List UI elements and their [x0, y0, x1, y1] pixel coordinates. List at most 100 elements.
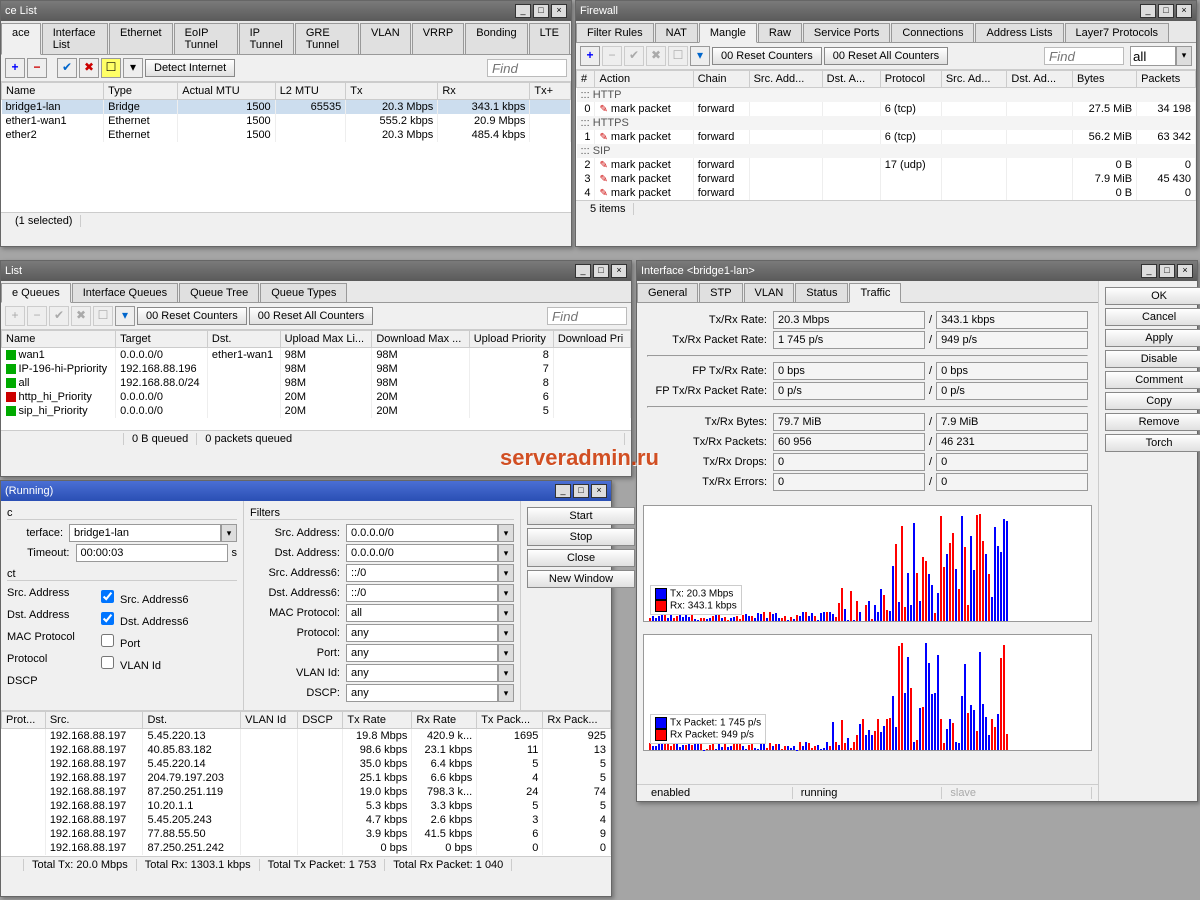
col-header[interactable]: Dst.	[143, 712, 241, 729]
filter-input[interactable]	[346, 524, 498, 542]
maximize-icon[interactable]: □	[1158, 4, 1174, 18]
chevron-down-icon[interactable]: ▾	[498, 624, 514, 642]
interface-select[interactable]	[69, 524, 221, 542]
chevron-down-icon[interactable]: ▾	[498, 524, 514, 542]
table-row[interactable]: 2✎ mark packetforward17 (udp)0 B0	[577, 158, 1196, 172]
tab-interface-list[interactable]: Interface List	[42, 23, 108, 54]
remove-button[interactable]: −	[602, 46, 622, 66]
tab-queue-tree[interactable]: Queue Tree	[179, 283, 259, 302]
close-button[interactable]: Close	[527, 549, 635, 567]
table-row[interactable]: bridge1-lanBridge15006553520.3 Mbps343.1…	[2, 100, 571, 115]
col-header[interactable]: Tx Pack...	[477, 712, 543, 729]
table-row[interactable]: 4✎ mark packetforward0 B0	[577, 186, 1196, 200]
filter-button[interactable]: ▾	[690, 46, 710, 66]
apply-button[interactable]: Apply	[1105, 329, 1200, 347]
enable-button[interactable]: ✔	[624, 46, 644, 66]
col-header[interactable]: #	[577, 71, 595, 88]
col-header[interactable]: Prot...	[2, 712, 46, 729]
tab-layer7-protocols[interactable]: Layer7 Protocols	[1065, 23, 1170, 42]
table-row[interactable]: 1✎ mark packetforward6 (tcp)56.2 MiB63 3…	[577, 130, 1196, 144]
col-header[interactable]: Src. Ad...	[941, 71, 1007, 88]
find-input[interactable]	[1044, 47, 1124, 65]
col-header[interactable]: DSCP	[298, 712, 343, 729]
filter-input[interactable]	[346, 604, 498, 622]
minimize-icon[interactable]: _	[1140, 4, 1156, 18]
cancel-button[interactable]: Cancel	[1105, 308, 1200, 326]
remove-button[interactable]: −	[27, 58, 47, 78]
close-icon[interactable]: ×	[551, 4, 567, 18]
tab-nat[interactable]: NAT	[655, 23, 698, 42]
col-header[interactable]: Type	[104, 83, 178, 100]
table-row[interactable]: 192.168.88.197204.79.197.20325.1 kbps6.6…	[2, 771, 611, 785]
table-row[interactable]: sip_hi_Priority0.0.0.0/020M20M5	[2, 404, 631, 418]
tab-traffic[interactable]: Traffic	[849, 283, 901, 303]
tab-connections[interactable]: Connections	[891, 23, 974, 42]
close-icon[interactable]: ×	[611, 264, 627, 278]
tab-mangle[interactable]: Mangle	[699, 23, 757, 43]
checkbox-1[interactable]: Dst. Address6	[97, 609, 189, 628]
col-header[interactable]: Chain	[693, 71, 749, 88]
table-row[interactable]: 192.168.88.19740.85.83.18298.6 kbps23.1 …	[2, 743, 611, 757]
table-row[interactable]: IP-196-hi-Ppriority192.168.88.19698M98M7	[2, 362, 631, 376]
start-button[interactable]: Start	[527, 507, 635, 525]
filter-button[interactable]: ▾	[115, 306, 135, 326]
tab-ip-tunnel[interactable]: IP Tunnel	[239, 23, 294, 54]
reset-counters-button[interactable]: 00 Reset Counters	[137, 307, 247, 325]
reset-counters-button[interactable]: 00 Reset Counters	[712, 47, 822, 65]
table-row[interactable]: 192.168.88.1975.45.220.1319.8 Mbps420.9 …	[2, 729, 611, 744]
add-button[interactable]: +	[5, 58, 25, 78]
chevron-down-icon[interactable]: ▾	[1176, 46, 1192, 66]
interface-table[interactable]: NameTypeActual MTUL2 MTUTxRxTx+bridge1-l…	[1, 82, 571, 142]
col-header[interactable]: Tx Rate	[343, 712, 412, 729]
tab-vlan[interactable]: VLAN	[744, 283, 795, 302]
col-header[interactable]: Name	[2, 331, 116, 348]
disable-button[interactable]: ✖	[646, 46, 666, 66]
copy-button[interactable]: Copy	[1105, 392, 1200, 410]
minimize-icon[interactable]: _	[575, 264, 591, 278]
titlebar[interactable]: List_□×	[1, 261, 631, 281]
checkbox-0[interactable]: Src. Address6	[97, 587, 189, 606]
filter-input[interactable]	[346, 644, 498, 662]
tab-lte[interactable]: LTE	[529, 23, 570, 54]
filter-input[interactable]	[346, 564, 498, 582]
table-row[interactable]: 192.168.88.19710.20.1.15.3 kbps3.3 kbps5…	[2, 799, 611, 813]
table-row[interactable]: 192.168.88.19777.88.55.503.9 kbps41.5 kb…	[2, 827, 611, 841]
table-row[interactable]: 192.168.88.1975.45.220.1435.0 kbps6.4 kb…	[2, 757, 611, 771]
comment-button[interactable]: ☐	[93, 306, 113, 326]
table-row[interactable]: 192.168.88.1975.45.205.2434.7 kbps2.6 kb…	[2, 813, 611, 827]
checkbox-3[interactable]: VLAN Id	[97, 653, 161, 672]
detect-internet-button[interactable]: Detect Internet	[145, 59, 235, 77]
enable-button[interactable]: ✔	[57, 58, 77, 78]
col-header[interactable]: Rx	[438, 83, 530, 100]
tab-interface-queues[interactable]: Interface Queues	[72, 283, 178, 302]
add-button[interactable]: +	[5, 306, 25, 326]
col-header[interactable]: Bytes	[1073, 71, 1137, 88]
filter-input[interactable]	[346, 584, 498, 602]
chevron-down-icon[interactable]: ▾	[498, 644, 514, 662]
col-header[interactable]: Target	[116, 331, 208, 348]
close-icon[interactable]: ×	[591, 484, 607, 498]
filter-input[interactable]	[346, 544, 498, 562]
find-input[interactable]	[547, 307, 627, 325]
filter-input[interactable]	[346, 664, 498, 682]
col-header[interactable]: Upload Max Li...	[280, 331, 372, 348]
tab-eoip-tunnel[interactable]: EoIP Tunnel	[174, 23, 238, 54]
chevron-down-icon[interactable]: ▾	[498, 564, 514, 582]
col-header[interactable]: Rx Pack...	[543, 712, 611, 729]
chevron-down-icon[interactable]: ▾	[221, 524, 237, 542]
minimize-icon[interactable]: _	[515, 4, 531, 18]
disable-button[interactable]: ✖	[79, 58, 99, 78]
tab-e-queues[interactable]: e Queues	[1, 283, 71, 303]
col-header[interactable]: Upload Priority	[469, 331, 553, 348]
table-row[interactable]: 192.168.88.19787.250.251.11919.0 kbps798…	[2, 785, 611, 799]
add-button[interactable]: +	[580, 46, 600, 66]
col-header[interactable]: Download Pri	[553, 331, 630, 348]
col-header[interactable]: Tx+	[530, 83, 571, 100]
col-header[interactable]: L2 MTU	[275, 83, 346, 100]
tab-status[interactable]: Status	[795, 283, 848, 302]
col-header[interactable]: Name	[2, 83, 104, 100]
tab-raw[interactable]: Raw	[758, 23, 802, 42]
tab-vlan[interactable]: VLAN	[360, 23, 411, 54]
table-row[interactable]: all192.168.88.0/2498M98M8	[2, 376, 631, 390]
filter-button[interactable]: ▾	[123, 58, 143, 78]
